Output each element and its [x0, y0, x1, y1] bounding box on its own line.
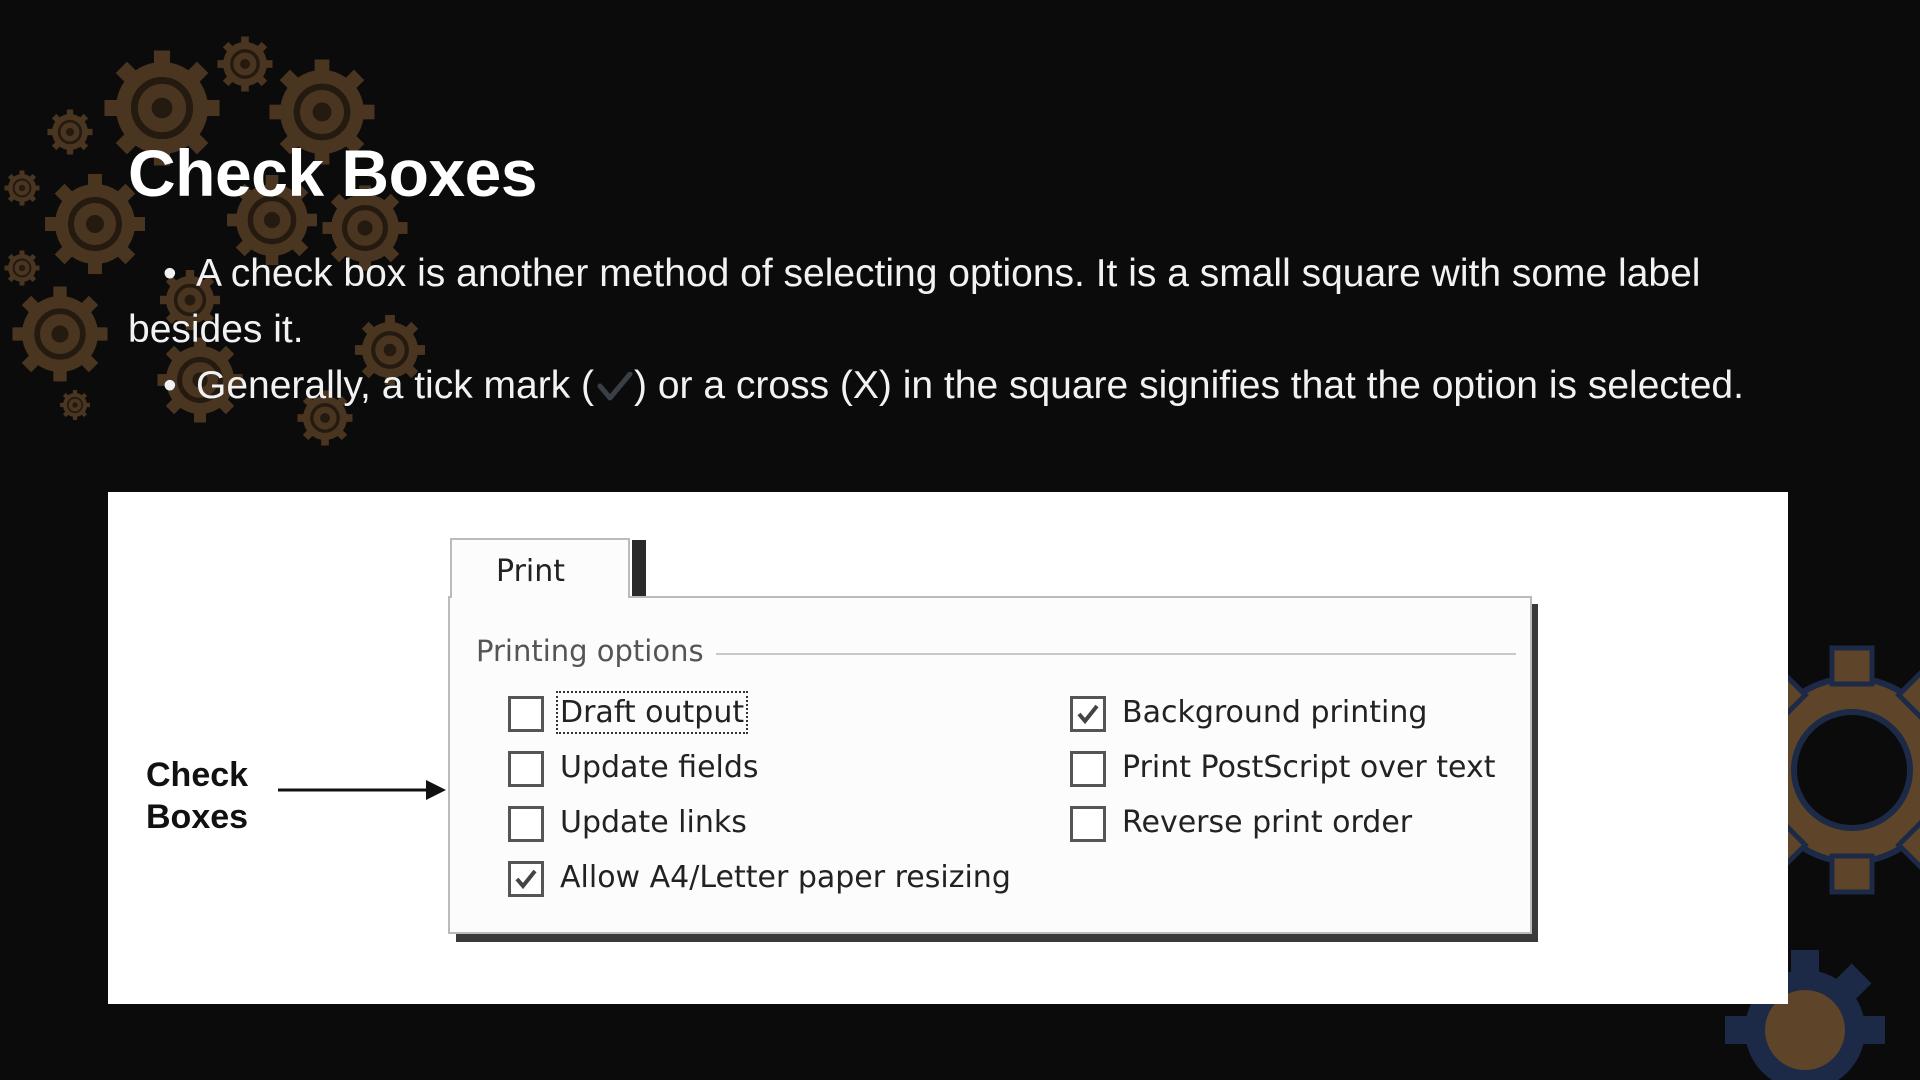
print-options-figure: Check Boxes Print Printing options Draft… [108, 492, 1788, 1004]
update-links-checkbox[interactable] [508, 806, 544, 842]
printing-options-label: Printing options [476, 634, 716, 668]
tab-shadow [632, 540, 646, 598]
allow-a4-letter-resizing-checkbox[interactable] [508, 861, 544, 897]
checkmark-icon [1077, 704, 1099, 725]
page-title: Check Boxes [128, 136, 538, 210]
callout-line-2: Boxes [146, 798, 249, 836]
bullet-item-1: A check box is another method of selecti… [128, 246, 1828, 358]
reverse-print-order-label: Reverse print order [1122, 805, 1413, 840]
callout-line-1: Check [146, 756, 249, 794]
tab-print[interactable]: Print [450, 538, 630, 598]
bullet-list: A check box is another method of selecti… [128, 246, 1828, 414]
update-fields-checkbox[interactable] [508, 751, 544, 787]
update-links-label: Update links [560, 805, 747, 840]
tick-mark-icon [597, 372, 633, 401]
background-printing-checkbox[interactable] [1070, 696, 1106, 732]
update-fields-label: Update fields [560, 750, 759, 785]
print-postscript-over-text-checkbox[interactable] [1070, 751, 1106, 787]
bullet-text-1: A check box is another method of selecti… [128, 252, 1701, 351]
draft-output-label: Draft output [555, 691, 749, 734]
print-postscript-over-text-label: Print PostScript over text [1122, 750, 1496, 785]
bullet-text-2-after: ) or a cross (X) in the square signifies… [634, 364, 1744, 407]
draft-output-checkbox[interactable] [508, 696, 544, 732]
reverse-print-order-checkbox[interactable] [1070, 806, 1106, 842]
background-printing-label: Background printing [1122, 695, 1428, 730]
bullet-item-2: Generally, a tick mark ( ) or a cross (X)… [128, 358, 1828, 414]
check-boxes-callout: Check Boxes [146, 754, 248, 838]
allow-a4-letter-resizing-label: Allow A4/Letter paper resizing [560, 860, 1011, 895]
bullet-text-2-before: Generally, a tick mark ( [196, 364, 595, 407]
checkmark-icon [515, 869, 537, 890]
